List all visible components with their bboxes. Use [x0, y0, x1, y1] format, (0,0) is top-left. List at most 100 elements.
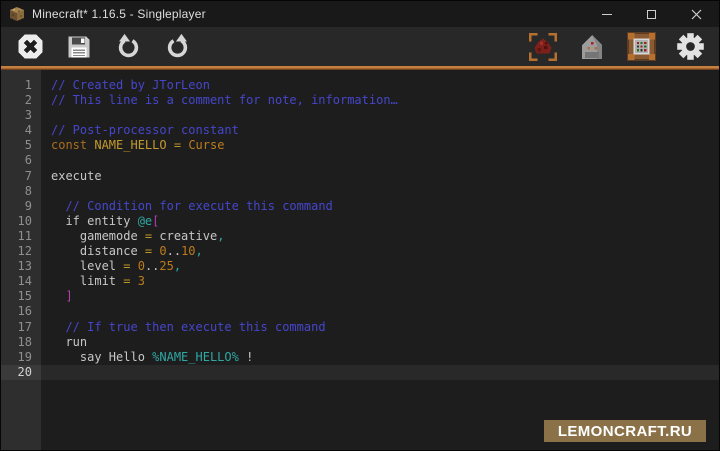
code-line-content[interactable]: // Created by JTorLeon: [41, 78, 719, 93]
code-line-content[interactable]: // This line is a comment for note, info…: [41, 93, 719, 108]
code-line[interactable]: 18 run: [1, 335, 719, 350]
undo-button[interactable]: [112, 31, 144, 63]
gutter-filler: [1, 380, 41, 450]
code-token: const: [51, 138, 94, 152]
code-line[interactable]: 1// Created by JTorLeon: [1, 78, 719, 93]
code-line[interactable]: 14 limit = 3: [1, 274, 719, 289]
code-line-content[interactable]: gamemode = creative,: [41, 229, 719, 244]
code-token: 25: [159, 259, 173, 273]
code-line[interactable]: 16: [1, 304, 719, 319]
code-token: [167, 138, 174, 152]
code-editor[interactable]: 1// Created by JTorLeon2 // This line is …: [1, 70, 719, 450]
code-line[interactable]: 2 // This line is a comment for note, inf…: [1, 93, 719, 108]
code-line-content[interactable]: [41, 153, 719, 168]
code-token: ,: [217, 229, 224, 243]
watermark-text: LEMONCRAFT.RU: [558, 423, 692, 440]
code-line[interactable]: 12 distance = 0..10,: [1, 244, 719, 259]
code-line-content[interactable]: // If true then execute this command: [41, 320, 719, 335]
code-line[interactable]: 7 execute: [1, 169, 719, 184]
line-number: 5: [1, 138, 41, 153]
code-line-content[interactable]: ]: [41, 289, 719, 304]
code-token: // Post-processor constant: [51, 123, 239, 137]
code-line[interactable]: 9 // Condition for execute this command: [1, 199, 719, 214]
home-button[interactable]: [576, 31, 608, 63]
line-number: 9: [1, 199, 41, 214]
line-number: 7: [1, 169, 41, 184]
code-token: [51, 320, 65, 334]
code-line[interactable]: 10 if entity @e[: [1, 214, 719, 229]
code-token: distance: [51, 244, 145, 258]
code-line[interactable]: 3: [1, 108, 719, 123]
code-line-content[interactable]: say Hello %NAME_HELLO% !: [41, 350, 719, 365]
code-line-content[interactable]: distance = 0..10,: [41, 244, 719, 259]
code-token: // This line is a comment for note, info…: [51, 93, 398, 107]
code-line-content[interactable]: level = 0..25,: [41, 259, 719, 274]
code-token: 0: [138, 259, 145, 273]
line-number: 16: [1, 304, 41, 319]
minimize-icon: [602, 14, 612, 15]
code-line[interactable]: 6: [1, 153, 719, 168]
title-bar: Minecraft* 1.16.5 - Singleplayer: [1, 1, 719, 27]
line-number: 18: [1, 335, 41, 350]
code-line-content[interactable]: const NAME_HELLO = Curse: [41, 138, 719, 153]
code-line[interactable]: 15 ]: [1, 289, 719, 304]
code-token: 3: [138, 274, 145, 288]
code-line-content[interactable]: limit = 3: [41, 274, 719, 289]
minimize-button[interactable]: [584, 1, 629, 27]
app-window: Minecraft* 1.16.5 - Singleplayer: [0, 0, 720, 451]
code-line[interactable]: 19 say Hello %NAME_HELLO% !: [1, 350, 719, 365]
cancel-button[interactable]: [14, 31, 46, 63]
code-line[interactable]: 4 // Post-processor constant: [1, 123, 719, 138]
code-line[interactable]: 8: [1, 184, 719, 199]
line-number: 14: [1, 274, 41, 289]
code-token: run: [51, 335, 87, 349]
line-number: 2: [1, 93, 41, 108]
code-line-content[interactable]: execute: [41, 169, 719, 184]
toolbar: [1, 27, 719, 66]
settings-gear-icon: [676, 32, 705, 61]
module-icon: [627, 32, 656, 61]
code-token: [51, 199, 65, 213]
code-token: Curse: [188, 138, 224, 152]
code-token: if entity: [51, 214, 138, 228]
redo-button[interactable]: [161, 31, 193, 63]
redstone-target-button[interactable]: [527, 31, 559, 63]
line-number: 13: [1, 259, 41, 274]
code-line-content[interactable]: [41, 184, 719, 199]
code-token: [130, 259, 137, 273]
line-number: 6: [1, 153, 41, 168]
line-number: 10: [1, 214, 41, 229]
code-token: %NAME_HELLO%: [152, 350, 239, 364]
maximize-icon: [647, 10, 656, 19]
code-token: // If true then execute this command: [65, 320, 325, 334]
toolbar-left-group: [14, 31, 193, 63]
code-token: 0: [159, 244, 166, 258]
code-line-content[interactable]: run: [41, 335, 719, 350]
close-button[interactable]: [674, 1, 719, 27]
redo-icon: [164, 33, 191, 60]
code-line[interactable]: 13 level = 0..25,: [1, 259, 719, 274]
code-line[interactable]: 17 // If true then execute this command: [1, 320, 719, 335]
line-number: 4: [1, 123, 41, 138]
code-line[interactable]: 5const NAME_HELLO = Curse: [1, 138, 719, 153]
line-number: 19: [1, 350, 41, 365]
code-token: execute: [51, 169, 102, 183]
settings-button[interactable]: [674, 31, 706, 63]
save-button[interactable]: [63, 31, 95, 63]
code-line-content[interactable]: [41, 108, 719, 123]
code-line-content[interactable]: // Post-processor constant: [41, 123, 719, 138]
editor-top-spacer: [1, 70, 719, 78]
code-line[interactable]: 11 gamemode = creative,: [1, 229, 719, 244]
code-line-content[interactable]: [41, 365, 719, 380]
code-line-content[interactable]: if entity @e[: [41, 214, 719, 229]
lemoncraft-watermark: LEMONCRAFT.RU: [544, 420, 706, 442]
code-line-content[interactable]: // Condition for execute this command: [41, 199, 719, 214]
maximize-button[interactable]: [629, 1, 674, 27]
code-line[interactable]: 20: [1, 365, 719, 380]
module-button[interactable]: [625, 31, 657, 63]
code-line-content[interactable]: [41, 304, 719, 319]
code-token: [130, 274, 137, 288]
code-token: ..: [145, 259, 159, 273]
code-token: limit: [51, 274, 123, 288]
code-token: // Condition for execute this command: [65, 199, 332, 213]
